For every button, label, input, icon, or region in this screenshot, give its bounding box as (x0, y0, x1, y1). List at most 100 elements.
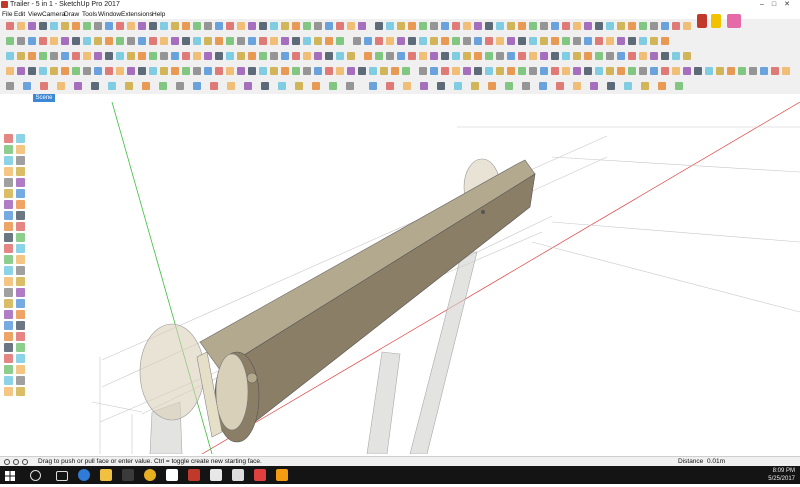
toolbar-icon[interactable] (138, 37, 146, 45)
tool-icon[interactable] (4, 222, 13, 231)
toolbar-icon[interactable] (551, 52, 559, 60)
toolbar-icon[interactable] (248, 67, 256, 75)
tool-icon[interactable] (4, 332, 13, 341)
toolbar-icon[interactable] (430, 37, 438, 45)
toolbar-icon[interactable] (6, 22, 14, 30)
tool-icon[interactable] (4, 134, 13, 143)
toolbar-icon[interactable] (127, 37, 135, 45)
toolbar-icon[interactable] (496, 52, 504, 60)
toolbar-icon[interactable] (397, 37, 405, 45)
tool-icon[interactable] (16, 222, 25, 231)
menu-file[interactable]: File (2, 10, 12, 19)
toolbar-icon[interactable] (573, 52, 581, 60)
toolbar-icon[interactable] (336, 37, 344, 45)
toolbar-icon[interactable] (539, 82, 547, 90)
toolbar-icon[interactable] (617, 52, 625, 60)
toolbar-icon[interactable] (94, 37, 102, 45)
toolbar-icon[interactable] (171, 22, 179, 30)
toolbar-icon[interactable] (518, 37, 526, 45)
toolbar-icon[interactable] (507, 52, 515, 60)
toolbar-icon[interactable] (17, 52, 25, 60)
toolbar-icon[interactable] (159, 82, 167, 90)
toolbar-icon[interactable] (419, 67, 427, 75)
toolbar-icon[interactable] (346, 82, 354, 90)
chrome-icon[interactable] (144, 469, 156, 481)
toolbar-icon[interactable] (314, 67, 322, 75)
toolbar-icon[interactable] (452, 52, 460, 60)
toolbar-icon[interactable] (529, 37, 537, 45)
toolbar-icon[interactable] (584, 52, 592, 60)
tool-icon[interactable] (16, 277, 25, 286)
toolbar-icon[interactable] (397, 52, 405, 60)
toolbar-icon[interactable] (336, 67, 344, 75)
tool-icon[interactable] (4, 233, 13, 242)
toolbar-icon[interactable] (408, 52, 416, 60)
toolbar-icon[interactable] (606, 52, 614, 60)
tool-icon[interactable] (4, 321, 13, 330)
tool-icon[interactable] (16, 167, 25, 176)
toolbar-icon[interactable] (408, 22, 416, 30)
toolbar-icon[interactable] (562, 22, 570, 30)
gmail-icon[interactable] (188, 469, 200, 481)
geo-icon[interactable] (13, 459, 19, 465)
toolbar-icon[interactable] (358, 22, 366, 30)
toolbar-icon[interactable] (540, 37, 548, 45)
tool-icon[interactable] (4, 299, 13, 308)
toolbar-icon[interactable] (369, 82, 377, 90)
toolbar-icon[interactable] (325, 67, 333, 75)
toolbar-icon[interactable] (278, 82, 286, 90)
tray-time[interactable]: 8:09 PM (765, 467, 795, 475)
toolbar-icon[interactable] (749, 67, 757, 75)
toolbar-icon[interactable] (540, 22, 548, 30)
toolbar-icon[interactable] (584, 37, 592, 45)
toolbar-icon[interactable] (595, 52, 603, 60)
toolbar-icon[interactable] (160, 37, 168, 45)
toolbar-icon[interactable] (127, 67, 135, 75)
toolbar-icon[interactable] (248, 37, 256, 45)
toolbar-icon[interactable] (485, 37, 493, 45)
toolbar-icon[interactable] (771, 67, 779, 75)
toolbar-icon[interactable] (314, 22, 322, 30)
toolbar-icon[interactable] (182, 67, 190, 75)
toolbar-icon[interactable] (402, 67, 410, 75)
toolbar-icon[interactable] (329, 82, 337, 90)
tool-icon[interactable] (4, 310, 13, 319)
toolbar-icon[interactable] (50, 37, 58, 45)
toolbar-icon[interactable] (116, 67, 124, 75)
toolbar-icon[interactable] (386, 22, 394, 30)
toolbar-icon[interactable] (540, 52, 548, 60)
toolbar-icon[interactable] (505, 82, 513, 90)
toolbar-icon[interactable] (738, 67, 746, 75)
toolbar-icon[interactable] (507, 22, 515, 30)
toolbar-icon[interactable] (292, 22, 300, 30)
toolbar-icon[interactable] (364, 37, 372, 45)
toolbar-icon[interactable] (94, 22, 102, 30)
toolbar-icon[interactable] (28, 52, 36, 60)
extension-icon[interactable] (697, 14, 707, 28)
toolbar-icon[interactable] (91, 82, 99, 90)
toolbar-icon[interactable] (628, 37, 636, 45)
tool-icon[interactable] (16, 189, 25, 198)
tool-icon[interactable] (4, 288, 13, 297)
extension-icon[interactable] (711, 14, 721, 28)
tool-icon[interactable] (4, 266, 13, 275)
tool-icon[interactable] (4, 387, 13, 396)
minimize-icon[interactable]: – (760, 1, 772, 8)
toolbar-icon[interactable] (292, 37, 300, 45)
toolbar-icon[interactable] (149, 22, 157, 30)
tool-icon[interactable] (4, 244, 13, 253)
toolbar-icon[interactable] (83, 52, 91, 60)
toolbar-icon[interactable] (312, 82, 320, 90)
toolbar-icon[interactable] (529, 67, 537, 75)
toolbar-icon[interactable] (496, 67, 504, 75)
toolbar-icon[interactable] (452, 22, 460, 30)
toolbar-icon[interactable] (138, 22, 146, 30)
toolbar-icon[interactable] (215, 37, 223, 45)
toolbar-icon[interactable] (127, 52, 135, 60)
toolbar-icon[interactable] (149, 37, 157, 45)
toolbar-icon[interactable] (6, 82, 14, 90)
toolbar-icon[interactable] (226, 52, 234, 60)
toolbar-icon[interactable] (661, 67, 669, 75)
toolbar-icon[interactable] (39, 37, 47, 45)
toolbar-icon[interactable] (270, 37, 278, 45)
